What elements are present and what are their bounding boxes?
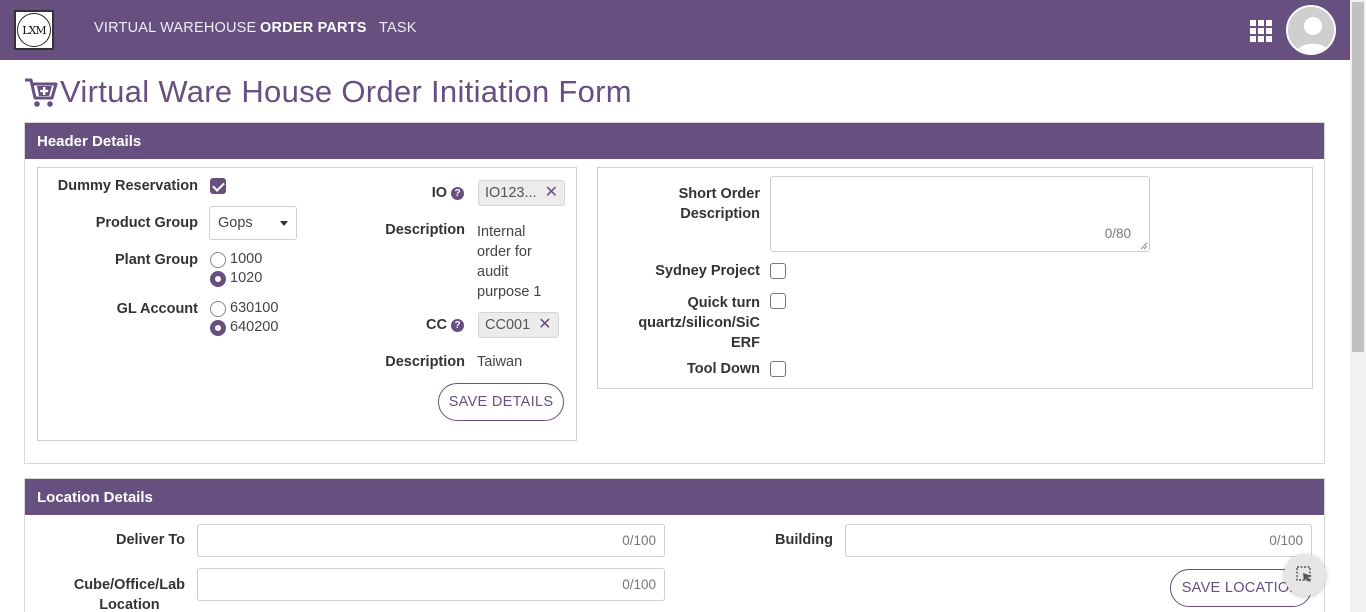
nav-order-parts[interactable]: ORDER PARTS bbox=[260, 20, 367, 36]
page-title: Virtual Ware House Order Initiation Form bbox=[24, 74, 632, 110]
top-navbar: LXM VIRTUAL WAREHOUSE ORDER PARTS TASK bbox=[0, 0, 1350, 60]
io-description-line-4: purpose 1 bbox=[477, 284, 542, 300]
header-details-panel: Header Details Dummy Reservation Product… bbox=[24, 122, 1325, 464]
header-left-box: Dummy Reservation Product Group Gops Pla… bbox=[37, 167, 577, 441]
building-input[interactable]: 0/100 bbox=[845, 524, 1312, 557]
cube-office-input[interactable]: 0/100 bbox=[197, 568, 665, 601]
short-order-description-textarea[interactable]: 0/80 bbox=[770, 176, 1150, 252]
sydney-project-label: Sydney Project bbox=[655, 263, 760, 279]
short-order-label-line-1: Short Order bbox=[678, 186, 760, 202]
io-description-line-1: Internal bbox=[477, 224, 526, 240]
cursor-select-icon bbox=[1296, 566, 1312, 582]
chevron-down-icon bbox=[280, 221, 288, 226]
deliver-to-input[interactable]: 0/100 bbox=[197, 524, 665, 557]
plant-group-option-1020: 1020 bbox=[230, 270, 263, 286]
short-order-label-line-2: Description bbox=[680, 206, 760, 222]
cc-chip: CC001 ✕ bbox=[478, 312, 559, 338]
user-silhouette-icon bbox=[1288, 7, 1334, 53]
close-icon[interactable]: ✕ bbox=[545, 185, 558, 201]
io-description-label: Description bbox=[385, 222, 465, 238]
cube-office-counter: 0/100 bbox=[622, 577, 656, 592]
cc-label: CC? bbox=[426, 317, 464, 333]
logo-mark: LXM bbox=[17, 13, 51, 47]
header-details-heading: Header Details bbox=[25, 123, 1324, 159]
gl-account-radio-630100[interactable] bbox=[210, 301, 226, 317]
tool-down-checkbox[interactable] bbox=[770, 361, 786, 377]
short-order-description-label: Short Order Description bbox=[679, 184, 760, 224]
nav-virtual-warehouse[interactable]: VIRTUAL WAREHOUSE bbox=[94, 20, 256, 36]
io-label: IO? bbox=[432, 185, 464, 201]
apps-grid-icon[interactable] bbox=[1250, 20, 1272, 42]
close-icon[interactable]: ✕ bbox=[538, 317, 551, 333]
io-chip-value: IO123... bbox=[485, 185, 537, 201]
header-right-box: Short Order Description 0/80 Sydney Proj… bbox=[597, 167, 1313, 389]
cube-office-label-line-2: Location bbox=[99, 597, 160, 612]
cc-description-value: Taiwan bbox=[477, 354, 523, 370]
tool-down-label: Tool Down bbox=[686, 361, 760, 377]
cc-chip-value: CC001 bbox=[485, 317, 531, 333]
quick-turn-label-line-2: quartz/silicon/SiC bbox=[638, 315, 760, 331]
page-scrollbar-thumb[interactable] bbox=[1352, 2, 1364, 352]
sydney-project-checkbox[interactable] bbox=[770, 263, 786, 279]
location-details-heading: Location Details bbox=[25, 479, 1324, 515]
user-avatar[interactable] bbox=[1286, 5, 1336, 55]
product-group-label: Product Group bbox=[95, 215, 198, 231]
building-counter: 0/100 bbox=[1269, 533, 1303, 548]
help-icon[interactable]: ? bbox=[451, 187, 464, 200]
company-logo[interactable]: LXM bbox=[14, 10, 54, 50]
product-group-select[interactable]: Gops bbox=[209, 206, 297, 240]
gl-account-option-630100: 630100 bbox=[230, 300, 279, 316]
quick-turn-checkbox[interactable] bbox=[770, 293, 786, 309]
io-description-value: Internal order for audit purpose 1 bbox=[477, 222, 542, 302]
building-label: Building bbox=[775, 532, 833, 548]
dummy-reservation-checkbox[interactable] bbox=[210, 178, 226, 194]
cc-label-text: CC bbox=[426, 317, 447, 333]
gl-account-radio-640200[interactable] bbox=[210, 320, 226, 336]
cart-plus-icon bbox=[25, 78, 58, 107]
io-description-line-3: audit bbox=[477, 264, 509, 280]
gl-account-label: GL Account bbox=[116, 301, 198, 317]
gl-account-option-640200: 640200 bbox=[230, 319, 279, 335]
page-title-text: Virtual Ware House Order Initiation Form bbox=[60, 74, 632, 109]
product-group-value: Gops bbox=[218, 215, 253, 231]
io-label-text: IO bbox=[431, 185, 447, 201]
cc-description-label: Description bbox=[385, 354, 465, 370]
help-icon[interactable]: ? bbox=[451, 319, 464, 332]
short-order-counter: 0/80 bbox=[1104, 226, 1131, 241]
io-description-line-2: order for bbox=[477, 244, 532, 260]
io-chip: IO123... ✕ bbox=[478, 180, 565, 206]
quick-turn-label-line-1: Quick turn bbox=[687, 295, 760, 311]
quick-turn-label-line-3: ERF bbox=[731, 335, 760, 351]
plant-group-option-1000: 1000 bbox=[230, 251, 263, 267]
resize-handle-icon[interactable] bbox=[1140, 242, 1148, 250]
cube-office-label: Cube/Office/Lab Location bbox=[74, 575, 185, 612]
dummy-reservation-label: Dummy Reservation bbox=[57, 178, 198, 194]
plant-group-radio-1000[interactable] bbox=[210, 252, 226, 268]
quick-turn-label: Quick turn quartz/silicon/SiC ERF bbox=[638, 293, 760, 353]
plant-group-radio-1020[interactable] bbox=[210, 271, 226, 287]
nav-task[interactable]: TASK bbox=[379, 20, 417, 36]
save-details-button[interactable]: SAVE DETAILS bbox=[438, 383, 564, 421]
cube-office-label-line-1: Cube/Office/Lab bbox=[73, 577, 185, 593]
deliver-to-counter: 0/100 bbox=[622, 533, 656, 548]
plant-group-label: Plant Group bbox=[115, 252, 198, 268]
location-details-panel: Location Details Deliver To 0/100 Buildi… bbox=[24, 478, 1325, 612]
floating-cursor-button[interactable] bbox=[1284, 554, 1326, 596]
deliver-to-label: Deliver To bbox=[115, 532, 185, 548]
